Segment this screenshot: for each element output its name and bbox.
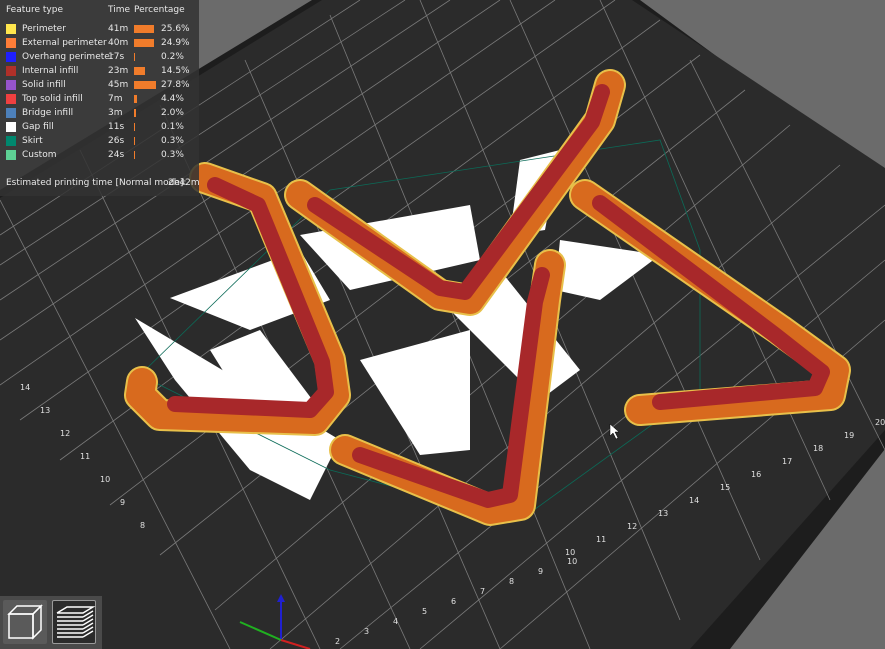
legend-percentage-bar (134, 109, 136, 117)
legend-row: Internal infill 23m 14.5% (0, 64, 199, 78)
bed-tick-label: 11 (80, 452, 90, 461)
legend-feature-time: 40m (108, 38, 129, 48)
bed-tick-label: 11 (596, 535, 606, 544)
legend-feature-name: Perimeter (22, 24, 66, 34)
legend-feature-percentage: 0.3% (161, 150, 184, 160)
legend-feature-percentage: 0.1% (161, 122, 184, 132)
legend-feature-time: 23m (108, 66, 129, 76)
estimated-time-value: 2h42m (168, 178, 200, 188)
legend-feature-percentage: 14.5% (161, 66, 190, 76)
view-toolbar (0, 596, 102, 649)
legend-swatch (6, 150, 16, 160)
legend-percentage-bar (134, 67, 146, 75)
bed-tick-label: 3 (364, 627, 369, 636)
bed-tick-label: 5 (422, 607, 427, 616)
bed-tick-label: 12 (60, 429, 70, 438)
legend-row: Gap fill 11s 0.1% (0, 120, 199, 134)
legend-swatch (6, 24, 16, 34)
legend-percentage-bar (134, 137, 135, 145)
bed-tick-label: 19 (844, 431, 854, 440)
legend-swatch (6, 136, 16, 146)
bed-tick-label: 10 (565, 548, 575, 557)
legend-row: Overhang perimeter 17s 0.2% (0, 50, 199, 64)
legend-percentage-bar (134, 25, 155, 33)
legend-row: Skirt 26s 0.3% (0, 134, 199, 148)
bed-tick-label: 10 (567, 557, 577, 566)
estimated-time-label: Estimated printing time [Normal mode]: (6, 178, 187, 188)
legend-feature-percentage: 0.3% (161, 136, 184, 146)
bed-tick-label: 9 (120, 498, 125, 507)
bed-tick-label: 10 (100, 475, 110, 484)
legend-row: Bridge infill 3m 2.0% (0, 106, 199, 120)
legend-percentage-bar (134, 151, 135, 159)
feature-legend: Feature type Time Percentage Perimeter 41… (0, 0, 200, 196)
bed-tick-label: 15 (720, 483, 730, 492)
bed-tick-label: 8 (509, 577, 514, 586)
legend-feature-percentage: 2.0% (161, 108, 184, 118)
legend-percentage-bar (134, 53, 135, 61)
legend-feature-name: Custom (22, 150, 57, 160)
legend-header-feature: Feature type (6, 5, 63, 15)
legend-header-time: Time (108, 5, 131, 15)
legend-feature-name: Skirt (22, 136, 43, 146)
bed-tick-label: 14 (689, 496, 699, 505)
legend-swatch (6, 94, 16, 104)
legend-swatch (6, 66, 16, 76)
3d-view-button[interactable] (3, 600, 47, 644)
bed-tick-label: 18 (813, 444, 823, 453)
legend-feature-time: 45m (108, 80, 129, 90)
legend-feature-name: Solid infill (22, 80, 66, 90)
legend-percentage-bar (134, 123, 135, 131)
legend-row: Solid infill 45m 27.8% (0, 78, 199, 92)
bed-tick-label: 6 (451, 597, 456, 606)
legend-feature-percentage: 0.2% (161, 52, 184, 62)
bed-tick-label: 8 (140, 521, 145, 530)
legend-feature-time: 11s (108, 122, 125, 132)
bed-tick-label: 12 (627, 522, 637, 531)
legend-header-percentage: Percentage (134, 5, 185, 15)
bed-tick-label: 7 (480, 587, 485, 596)
legend-row: Perimeter 41m 25.6% (0, 22, 199, 36)
bed-tick-label: 9 (538, 567, 543, 576)
bed-tick-label: 17 (782, 457, 792, 466)
legend-feature-time: 3m (108, 108, 123, 118)
bed-tick-label: 13 (658, 509, 668, 518)
legend-swatch (6, 108, 16, 118)
bed-tick-label: 20 (875, 418, 885, 427)
legend-swatch (6, 122, 16, 132)
layer-preview-button[interactable] (52, 600, 96, 644)
legend-swatch (6, 38, 16, 48)
legend-feature-name: Gap fill (22, 122, 54, 132)
legend-feature-time: 26s (108, 136, 125, 146)
legend-feature-name: Internal infill (22, 66, 79, 76)
cube-icon (7, 604, 43, 640)
bed-tick-label: 14 (20, 383, 30, 392)
legend-feature-percentage: 27.8% (161, 80, 190, 90)
legend-feature-name: Top solid infill (22, 94, 83, 104)
legend-feature-time: 17s (108, 52, 125, 62)
legend-feature-percentage: 4.4% (161, 94, 184, 104)
legend-row: Top solid infill 7m 4.4% (0, 92, 199, 106)
legend-swatch (6, 52, 16, 62)
legend-feature-time: 41m (108, 24, 129, 34)
bed-tick-label: 4 (393, 617, 398, 626)
legend-feature-name: Bridge infill (22, 108, 74, 118)
bed-tick-label: 16 (751, 470, 761, 479)
legend-percentage-bar (134, 81, 156, 89)
legend-feature-percentage: 24.9% (161, 38, 190, 48)
legend-feature-time: 7m (108, 94, 123, 104)
legend-percentage-bar (134, 95, 138, 103)
legend-swatch (6, 80, 16, 90)
legend-percentage-bar (134, 39, 154, 47)
legend-row: Custom 24s 0.3% (0, 148, 199, 162)
layers-icon (56, 606, 96, 638)
legend-feature-name: Overhang perimeter (22, 52, 114, 62)
legend-row: External perimeter 40m 24.9% (0, 36, 199, 50)
bed-tick-label: 2 (335, 637, 340, 646)
legend-feature-name: External perimeter (22, 38, 107, 48)
bed-tick-label: 13 (40, 406, 50, 415)
legend-feature-time: 24s (108, 150, 125, 160)
legend-feature-percentage: 25.6% (161, 24, 190, 34)
